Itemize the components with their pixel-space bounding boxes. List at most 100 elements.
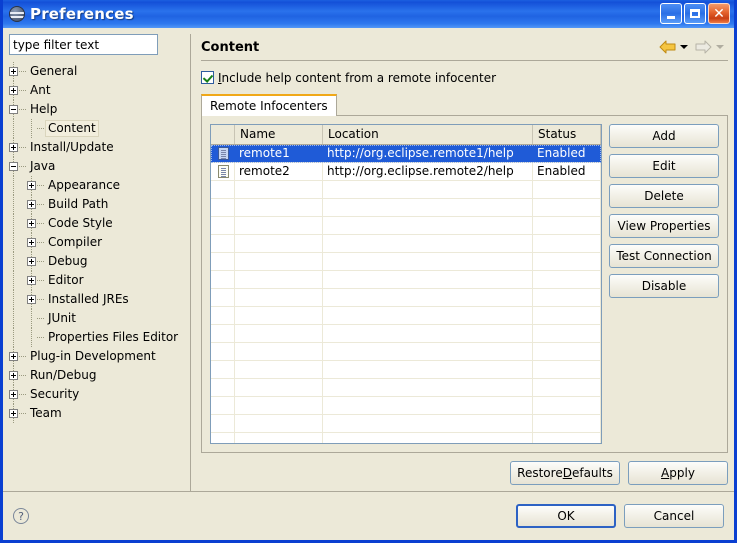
table-cell-empty	[235, 234, 323, 252]
infocenters-table[interactable]: Name Location Status remote1 http://org.e…	[210, 123, 602, 444]
sidebar-item-junit[interactable]: JUnit	[9, 309, 185, 328]
table-row[interactable]: remote2 http://org.eclipse.remote2/help En…	[211, 162, 601, 181]
sidebar-item-label: Ant	[30, 83, 51, 97]
sidebar-item-plug-in-development[interactable]: Plug-in Development	[9, 347, 185, 366]
add-button[interactable]: Add	[609, 123, 719, 148]
tab-bar: Remote Infocenters	[201, 93, 728, 116]
sidebar-item-label: Help	[30, 102, 58, 116]
sidebar-item-install-update[interactable]: Install/Update	[9, 138, 185, 157]
expand-icon[interactable]	[9, 409, 18, 418]
view-properties-button[interactable]: View Properties	[609, 213, 719, 238]
sidebar-item-ant[interactable]: Ant	[9, 81, 185, 100]
table-row-empty[interactable]	[211, 180, 601, 199]
expand-icon[interactable]	[9, 67, 18, 76]
expand-icon[interactable]	[27, 200, 36, 209]
expand-icon[interactable]	[9, 371, 18, 380]
tree-connector	[37, 127, 44, 130]
table-cell-empty	[533, 324, 601, 342]
table-header-status[interactable]: Status	[533, 124, 601, 144]
table-cell-empty	[211, 414, 235, 432]
table-row-empty[interactable]	[211, 432, 601, 443]
sidebar-item-security[interactable]: Security	[9, 385, 185, 404]
table-row-empty[interactable]	[211, 306, 601, 325]
table-row-empty[interactable]	[211, 270, 601, 289]
sidebar-item-properties-files-editor[interactable]: Properties Files Editor	[9, 328, 185, 347]
table-row-empty[interactable]	[211, 414, 601, 433]
sidebar-item-label: Appearance	[48, 178, 121, 192]
minimize-button[interactable]	[660, 3, 682, 24]
table-cell-empty	[211, 324, 235, 342]
sidebar-item-run-debug[interactable]: Run/Debug	[9, 366, 185, 385]
expand-icon[interactable]	[27, 276, 36, 285]
sidebar-item-general[interactable]: General	[9, 62, 185, 81]
table-cell-name: remote1	[239, 146, 290, 161]
table-row-empty[interactable]	[211, 396, 601, 415]
tree-guide-line	[31, 309, 32, 328]
sidebar-item-label: Content	[45, 120, 99, 137]
table-header-name[interactable]: Name	[235, 124, 323, 144]
edit-button[interactable]: Edit	[609, 153, 719, 178]
expand-icon[interactable]	[27, 257, 36, 266]
sidebar-item-appearance[interactable]: Appearance	[9, 176, 185, 195]
expand-icon[interactable]	[9, 86, 18, 95]
table-cell-empty	[235, 288, 323, 306]
sidebar-item-build-path[interactable]: Build Path	[9, 195, 185, 214]
sidebar-item-label: Properties Files Editor	[48, 330, 179, 344]
tab-remote-infocenters[interactable]: Remote Infocenters	[201, 93, 337, 116]
disable-button[interactable]: Disable	[609, 273, 719, 298]
collapse-icon[interactable]	[9, 105, 18, 114]
collapse-icon[interactable]	[9, 162, 18, 171]
expand-icon[interactable]	[27, 181, 36, 190]
expand-icon[interactable]	[9, 390, 18, 399]
close-button[interactable]: ✕	[708, 3, 730, 24]
preferences-tree[interactable]: General Ant Help Content Install/Update Java A…	[9, 62, 185, 491]
sidebar-item-compiler[interactable]: Compiler	[9, 233, 185, 252]
expand-icon[interactable]	[27, 238, 36, 247]
sidebar-item-debug[interactable]: Debug	[9, 252, 185, 271]
expand-icon[interactable]	[9, 352, 18, 361]
table-cell-empty	[211, 252, 235, 270]
help-icon[interactable]: ?	[13, 508, 29, 524]
tree-guide-line	[13, 195, 14, 214]
table-cell-empty	[235, 252, 323, 270]
include-remote-infocenter-row[interactable]: Include help content from a remote infoc…	[201, 69, 728, 87]
tree-guide-line	[13, 214, 14, 233]
maximize-button[interactable]	[684, 3, 706, 24]
sidebar-item-content[interactable]: Content	[9, 119, 185, 138]
table-header-location[interactable]: Location	[323, 124, 533, 144]
sidebar-item-java[interactable]: Java	[9, 157, 185, 176]
table-cell-empty	[323, 324, 533, 342]
document-icon	[218, 164, 229, 178]
expand-icon[interactable]	[27, 219, 36, 228]
tree-connector	[37, 260, 44, 263]
table-row-empty[interactable]	[211, 378, 601, 397]
sidebar-item-code-style[interactable]: Code Style	[9, 214, 185, 233]
sidebar-item-installed-jres[interactable]: Installed JREs	[9, 290, 185, 309]
cancel-button[interactable]: Cancel	[624, 504, 724, 528]
table-row-empty[interactable]	[211, 234, 601, 253]
restore-defaults-button[interactable]: Restore Defaults	[510, 461, 620, 485]
table-cell-empty	[323, 234, 533, 252]
apply-button[interactable]: Apply	[628, 461, 728, 485]
sidebar-item-team[interactable]: Team	[9, 404, 185, 423]
table-row-empty[interactable]	[211, 252, 601, 271]
test-connection-button[interactable]: Test Connection	[609, 243, 719, 268]
table-row-empty[interactable]	[211, 360, 601, 379]
table-row-empty[interactable]	[211, 288, 601, 307]
ok-button[interactable]: OK	[516, 504, 616, 528]
back-dropdown-icon[interactable]	[680, 45, 688, 49]
expand-icon[interactable]	[27, 295, 36, 304]
filter-input[interactable]	[9, 34, 158, 55]
sidebar-item-help[interactable]: Help	[9, 100, 185, 119]
sidebar-item-editor[interactable]: Editor	[9, 271, 185, 290]
include-remote-infocenter-checkbox[interactable]	[201, 71, 214, 85]
back-arrow-icon[interactable]	[659, 40, 676, 54]
table-row-empty[interactable]	[211, 216, 601, 235]
expand-icon[interactable]	[9, 143, 18, 152]
table-row-empty[interactable]	[211, 324, 601, 343]
table-row-empty[interactable]	[211, 198, 601, 217]
table-cell-empty	[235, 180, 323, 198]
table-row-empty[interactable]	[211, 342, 601, 361]
table-row[interactable]: remote1 http://org.eclipse.remote1/help En…	[211, 144, 601, 163]
delete-button[interactable]: Delete	[609, 183, 719, 208]
